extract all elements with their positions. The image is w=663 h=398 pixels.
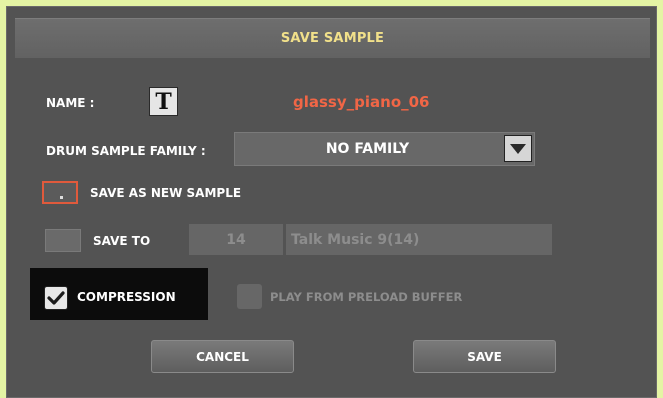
- compression-label: COMPRESSION: [77, 290, 176, 304]
- save-as-new-checkbox[interactable]: [42, 181, 78, 204]
- save-to-number-field[interactable]: 14: [189, 224, 283, 255]
- sample-name-value[interactable]: glassy_piano_06: [293, 93, 430, 111]
- check-icon: [47, 291, 65, 305]
- save-to-destination-field[interactable]: Talk Music 9(14): [286, 224, 552, 255]
- focus-dot: [60, 196, 63, 199]
- compression-checkbox[interactable]: [44, 286, 68, 310]
- save-to-checkbox[interactable]: [45, 229, 81, 252]
- preload-buffer-checkbox[interactable]: [237, 284, 262, 309]
- cancel-button[interactable]: CANCEL: [151, 340, 294, 373]
- drum-sample-family-label: DRUM SAMPLE FAMILY :: [46, 144, 206, 158]
- family-dropdown[interactable]: NO FAMILY: [234, 132, 535, 166]
- family-selected-value: NO FAMILY: [325, 141, 410, 157]
- save-to-label: SAVE TO: [93, 234, 151, 248]
- dialog-title: SAVE SAMPLE: [15, 18, 650, 58]
- name-label: NAME :: [46, 96, 95, 110]
- save-as-new-label: SAVE AS NEW SAMPLE: [90, 186, 242, 200]
- text-edit-icon[interactable]: T: [149, 87, 178, 116]
- chevron-down-icon[interactable]: [504, 135, 532, 162]
- save-button[interactable]: SAVE: [413, 340, 556, 373]
- save-sample-dialog: [6, 6, 657, 398]
- preload-buffer-label: PLAY FROM PRELOAD BUFFER: [270, 290, 463, 304]
